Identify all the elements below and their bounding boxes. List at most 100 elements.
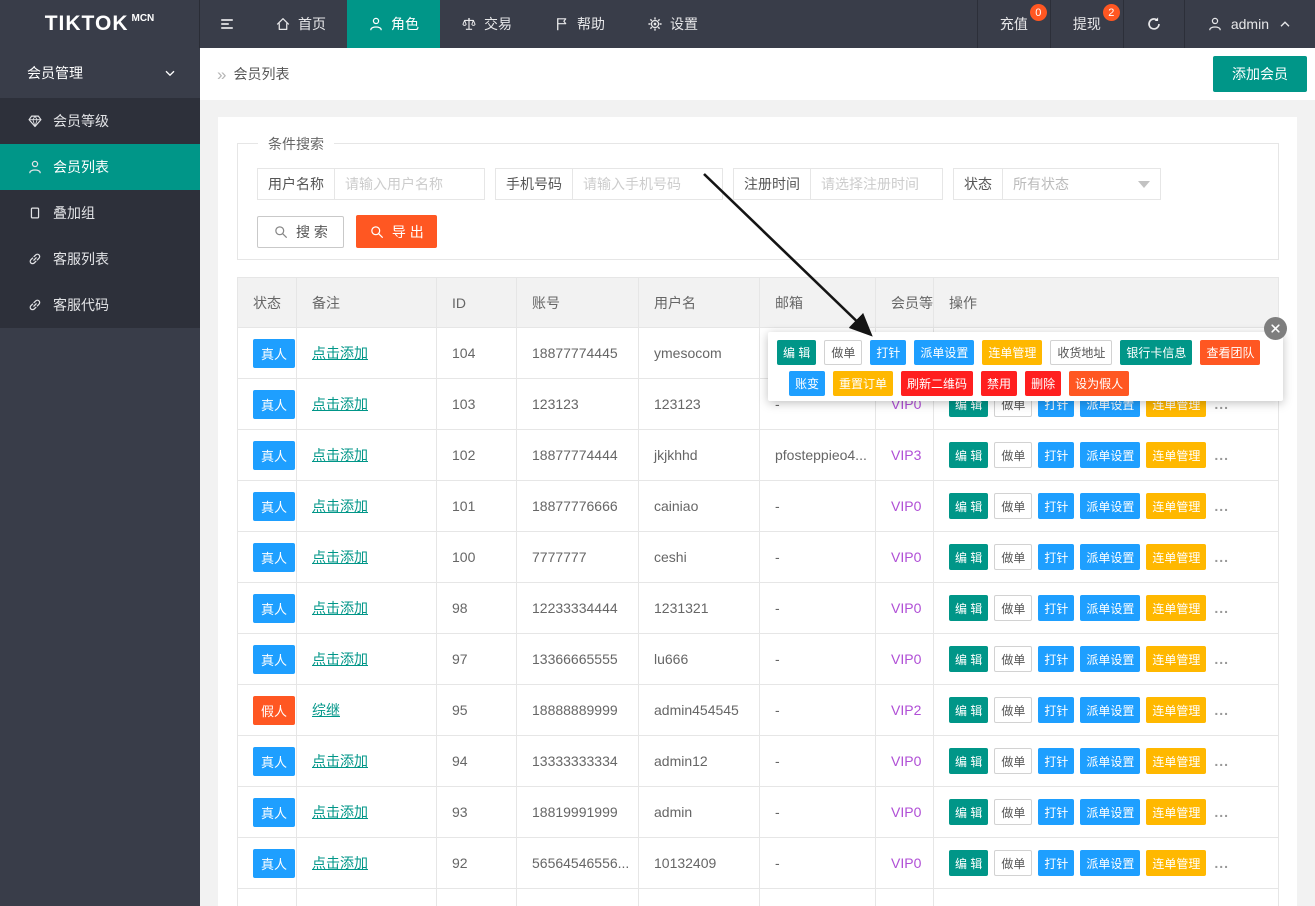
action-button-连单管理[interactable]: 连单管理: [1146, 544, 1206, 570]
action-button-编辑[interactable]: 编 辑: [949, 748, 988, 774]
row-more-actions-button[interactable]: ...: [1214, 549, 1229, 565]
field-input[interactable]: [811, 176, 942, 192]
export-button[interactable]: 导 出: [356, 215, 437, 248]
action-button-做单[interactable]: 做单: [994, 595, 1032, 621]
nav-item-交易[interactable]: 交易: [440, 0, 533, 48]
action-button-打针[interactable]: 打针: [1038, 493, 1074, 519]
action-button-收货地址[interactable]: 收货地址: [1050, 340, 1112, 365]
action-button-打针[interactable]: 打针: [1038, 799, 1074, 825]
action-button-派单设置[interactable]: 派单设置: [1080, 748, 1140, 774]
action-button-编辑[interactable]: 编 辑: [949, 493, 988, 519]
row-more-actions-button[interactable]: ...: [1214, 600, 1229, 616]
remark-link[interactable]: 点击添加: [312, 802, 368, 822]
action-button-派单设置[interactable]: 派单设置: [1080, 442, 1140, 468]
remark-link[interactable]: 综继: [312, 700, 340, 720]
search-button[interactable]: 搜 索: [257, 216, 344, 248]
action-button-派单设置[interactable]: 派单设置: [1080, 799, 1140, 825]
nav-item-帮助[interactable]: 帮助: [533, 0, 626, 48]
menu-fold-button[interactable]: [200, 0, 254, 48]
action-button-打针[interactable]: 打针: [1038, 697, 1074, 723]
action-button-打针[interactable]: 打针: [1038, 850, 1074, 876]
remark-link[interactable]: 点击添加: [312, 394, 368, 414]
row-more-actions-button[interactable]: ...: [1214, 753, 1229, 769]
action-button-做单[interactable]: 做单: [824, 340, 862, 365]
withdraw-button[interactable]: 提现 2: [1050, 0, 1123, 48]
action-button-连单管理[interactable]: 连单管理: [982, 340, 1042, 365]
action-button-打针[interactable]: 打针: [1038, 442, 1074, 468]
action-button-派单设置[interactable]: 派单设置: [1080, 850, 1140, 876]
recharge-button[interactable]: 充值 0: [977, 0, 1050, 48]
refresh-button[interactable]: [1123, 0, 1184, 48]
action-button-打针[interactable]: 打针: [1038, 748, 1074, 774]
action-button-连单管理[interactable]: 连单管理: [1146, 493, 1206, 519]
remark-link[interactable]: 点击添加: [312, 445, 368, 465]
action-button-做单[interactable]: 做单: [994, 799, 1032, 825]
status-select-value[interactable]: 所有状态: [1003, 174, 1138, 194]
row-more-actions-button[interactable]: ...: [1214, 855, 1229, 871]
sidebar-item-会员列表[interactable]: 会员列表: [0, 144, 200, 190]
action-button-派单设置[interactable]: 派单设置: [1080, 544, 1140, 570]
action-button-派单设置[interactable]: 派单设置: [1080, 646, 1140, 672]
action-button-做单[interactable]: 做单: [994, 493, 1032, 519]
action-button-派单设置[interactable]: 派单设置: [1080, 493, 1140, 519]
action-button-编辑[interactable]: 编 辑: [949, 646, 988, 672]
remark-link[interactable]: 点击添加: [312, 547, 368, 567]
action-button-派单设置[interactable]: 派单设置: [914, 340, 974, 365]
popup-close-button[interactable]: [1264, 317, 1287, 340]
row-more-actions-button[interactable]: ...: [1214, 447, 1229, 463]
action-button-查看团队[interactable]: 查看团队: [1200, 340, 1260, 365]
action-button-连单管理[interactable]: 连单管理: [1146, 748, 1206, 774]
action-button-编辑[interactable]: 编 辑: [777, 340, 816, 365]
action-button-做单[interactable]: 做单: [994, 442, 1032, 468]
nav-item-首页[interactable]: 首页: [254, 0, 347, 48]
action-button-打针[interactable]: 打针: [1038, 544, 1074, 570]
user-menu[interactable]: admin: [1184, 0, 1315, 48]
action-button-连单管理[interactable]: 连单管理: [1146, 646, 1206, 672]
field-input[interactable]: [335, 176, 484, 192]
row-more-actions-button[interactable]: ...: [1214, 498, 1229, 514]
action-button-做单[interactable]: 做单: [994, 697, 1032, 723]
nav-item-设置[interactable]: 设置: [626, 0, 719, 48]
action-button-做单[interactable]: 做单: [994, 850, 1032, 876]
action-button-派单设置[interactable]: 派单设置: [1080, 697, 1140, 723]
action-button-银行卡信息[interactable]: 银行卡信息: [1120, 340, 1192, 365]
action-button-派单设置[interactable]: 派单设置: [1080, 595, 1140, 621]
field-input[interactable]: [573, 176, 722, 192]
action-button-删除[interactable]: 删除: [1025, 371, 1061, 396]
action-button-连单管理[interactable]: 连单管理: [1146, 697, 1206, 723]
action-button-连单管理[interactable]: 连单管理: [1146, 850, 1206, 876]
row-more-actions-button[interactable]: ...: [1214, 804, 1229, 820]
action-button-连单管理[interactable]: 连单管理: [1146, 799, 1206, 825]
action-button-账变[interactable]: 账变: [789, 371, 825, 396]
sidebar-item-客服列表[interactable]: 客服列表: [0, 236, 200, 282]
action-button-做单[interactable]: 做单: [994, 544, 1032, 570]
row-more-actions-button[interactable]: ...: [1214, 702, 1229, 718]
remark-link[interactable]: 点击添加: [312, 853, 368, 873]
sidebar-group-member-management[interactable]: 会员管理: [0, 48, 200, 98]
action-button-编辑[interactable]: 编 辑: [949, 799, 988, 825]
action-button-编辑[interactable]: 编 辑: [949, 442, 988, 468]
nav-item-角色[interactable]: 角色: [347, 0, 440, 48]
remark-link[interactable]: 点击添加: [312, 649, 368, 669]
action-button-刷新二维码[interactable]: 刷新二维码: [901, 371, 973, 396]
row-more-actions-button[interactable]: ...: [1214, 651, 1229, 667]
action-button-禁用[interactable]: 禁用: [981, 371, 1017, 396]
action-button-打针[interactable]: 打针: [870, 340, 906, 365]
action-button-编辑[interactable]: 编 辑: [949, 697, 988, 723]
action-button-编辑[interactable]: 编 辑: [949, 544, 988, 570]
action-button-编辑[interactable]: 编 辑: [949, 850, 988, 876]
action-button-打针[interactable]: 打针: [1038, 595, 1074, 621]
action-button-设为假人[interactable]: 设为假人: [1069, 371, 1129, 396]
remark-link[interactable]: 点击添加: [312, 751, 368, 771]
remark-link[interactable]: 点击添加: [312, 496, 368, 516]
sidebar-item-客服代码[interactable]: 客服代码: [0, 282, 200, 328]
add-member-button[interactable]: 添加会员: [1213, 56, 1307, 92]
action-button-连单管理[interactable]: 连单管理: [1146, 595, 1206, 621]
action-button-打针[interactable]: 打针: [1038, 646, 1074, 672]
remark-link[interactable]: 点击添加: [312, 343, 368, 363]
sidebar-item-叠加组[interactable]: 叠加组: [0, 190, 200, 236]
action-button-重置订单[interactable]: 重置订单: [833, 371, 893, 396]
action-button-编辑[interactable]: 编 辑: [949, 595, 988, 621]
sidebar-item-会员等级[interactable]: 会员等级: [0, 98, 200, 144]
action-button-做单[interactable]: 做单: [994, 646, 1032, 672]
